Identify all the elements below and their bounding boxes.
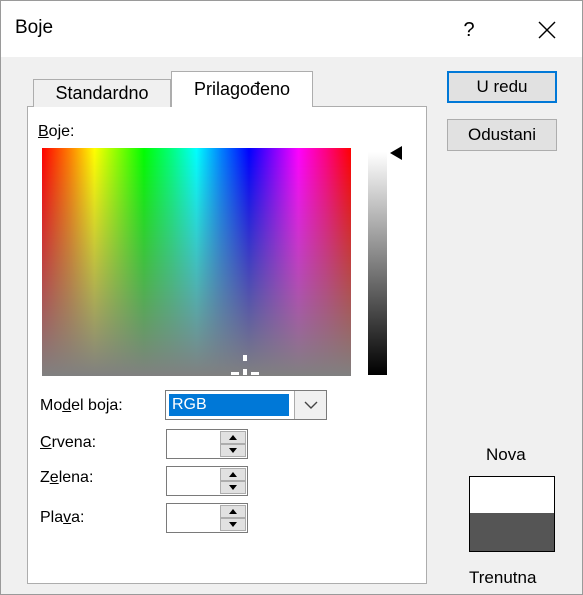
red-spin-buttons [220, 431, 246, 457]
arrow-down-icon [229, 448, 237, 453]
blue-label-pre: Pla [40, 509, 64, 526]
red-label-post: rvena: [51, 434, 97, 451]
arrow-up-icon [229, 509, 237, 514]
new-color-label: Nova [486, 445, 526, 464]
blue-input[interactable] [169, 506, 217, 530]
blue-stepper [166, 503, 248, 533]
color-dialog: Boje ? Standardno Prilagođeno Boje: Mode… [0, 0, 583, 595]
color-model-label-pre: Mo [40, 397, 63, 414]
blue-label-mnemonic: v [63, 509, 72, 526]
color-model-label: Model boja: [40, 397, 123, 415]
red-label-mnemonic: C [40, 434, 52, 451]
new-color-swatch [469, 476, 555, 513]
color-model-label-post: el boja: [71, 397, 123, 414]
blue-decrement-button[interactable] [220, 518, 246, 531]
colors-label: Boje: [38, 123, 74, 141]
green-label: Zelena: [40, 469, 93, 487]
color-spectrum-picker[interactable] [42, 148, 351, 376]
color-model-label-mnemonic: d [62, 397, 72, 414]
current-color-swatch [469, 513, 555, 552]
cancel-button[interactable]: Odustani [447, 119, 557, 151]
red-decrement-button[interactable] [220, 444, 246, 457]
colors-label-rest: oje: [48, 123, 75, 140]
red-increment-button[interactable] [220, 431, 246, 444]
chevron-down-icon [304, 401, 317, 409]
green-label-pre: Z [40, 469, 50, 486]
green-increment-button[interactable] [220, 468, 246, 481]
help-button[interactable]: ? [441, 9, 497, 51]
ok-button[interactable]: U redu [447, 71, 557, 103]
arrow-up-icon [229, 435, 237, 440]
green-decrement-button[interactable] [220, 481, 246, 494]
red-stepper [166, 429, 248, 459]
green-input[interactable] [169, 469, 217, 493]
blue-label-post: a: [71, 509, 85, 526]
blue-increment-button[interactable] [220, 505, 246, 518]
color-model-selected-value: RGB [169, 394, 289, 416]
green-label-mnemonic: e [49, 469, 59, 486]
red-label: Crvena: [40, 434, 96, 452]
green-label-post: lena: [58, 469, 94, 486]
blue-label: Plava: [40, 509, 84, 527]
green-stepper [166, 466, 248, 496]
close-icon [538, 21, 556, 39]
arrow-down-icon [229, 485, 237, 490]
arrow-up-icon [229, 472, 237, 477]
color-model-dropdown-button[interactable] [294, 391, 326, 419]
tab-standard[interactable]: Standardno [33, 79, 171, 107]
current-color-label: Trenutna [469, 568, 537, 587]
tab-custom[interactable]: Prilagođeno [171, 71, 313, 107]
arrow-down-icon [229, 522, 237, 527]
dialog-title: Boje [15, 17, 54, 38]
green-spin-buttons [220, 468, 246, 494]
color-model-select[interactable]: RGB [165, 390, 327, 420]
colors-label-mnemonic: B [38, 123, 49, 140]
close-button[interactable] [519, 9, 575, 51]
title-bar: Boje ? [1, 1, 582, 57]
blue-spin-buttons [220, 505, 246, 531]
red-input[interactable] [169, 432, 217, 456]
luminance-pointer-icon[interactable] [390, 146, 402, 160]
luminance-slider[interactable] [368, 152, 387, 375]
